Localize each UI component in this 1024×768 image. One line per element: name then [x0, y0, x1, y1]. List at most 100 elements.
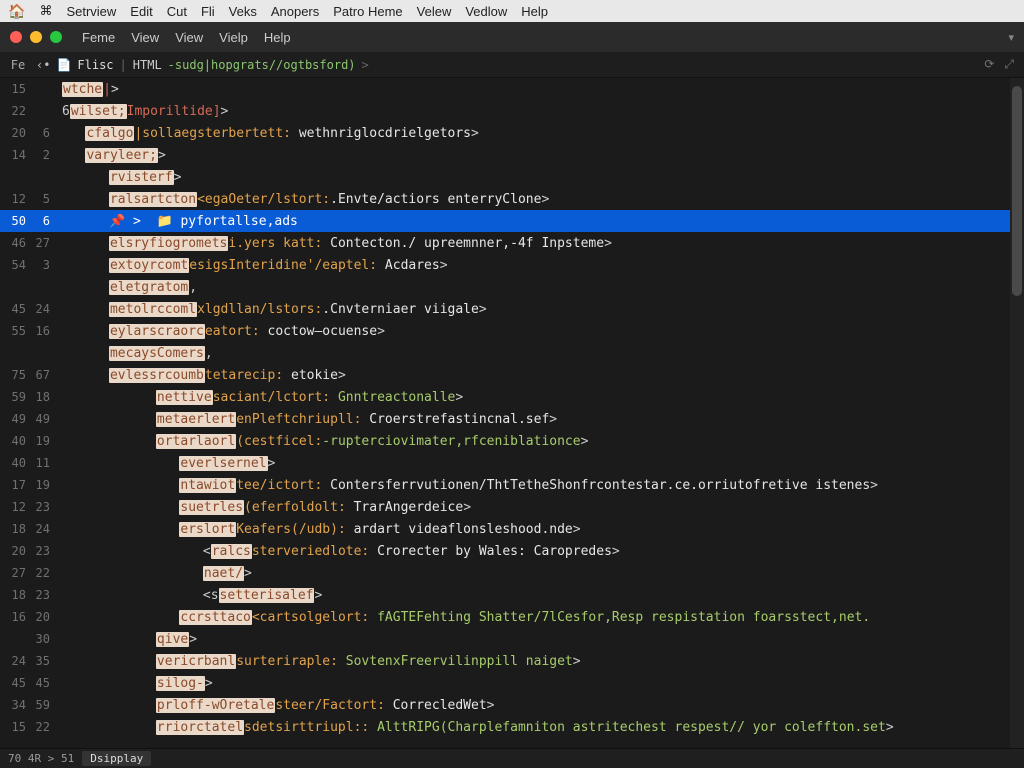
os-menu-cut[interactable]: Cut — [167, 4, 187, 19]
code-line[interactable]: 543 extoyrcomtesigsInteridine'/eaptel: A… — [0, 254, 1024, 276]
os-menu-edit[interactable]: Edit — [130, 4, 152, 19]
os-menu-patro heme[interactable]: Patro Heme — [333, 4, 402, 19]
code-line[interactable]: mecaysComers, — [0, 342, 1024, 364]
code-content[interactable]: cfalgo|sollaegsterbertett: wethnriglocdr… — [58, 126, 1024, 141]
code-line[interactable]: 4019 ortarlaorl(cestficel:-rupterciovima… — [0, 430, 1024, 452]
code-line[interactable]: 2023 <ralcssterveriedlote: Crorecter by … — [0, 540, 1024, 562]
code-content[interactable]: wtche|> — [58, 82, 1024, 97]
code-content[interactable]: everlsernel> — [58, 456, 1024, 471]
os-gear-icon[interactable]: ⌘ — [39, 3, 52, 19]
scrollbar-thumb[interactable] — [1012, 86, 1022, 296]
code-content[interactable]: vericrbanlsurteriraple: SovtenxFreervili… — [58, 654, 1024, 669]
code-content[interactable]: naet/> — [58, 566, 1024, 581]
code-content[interactable]: rvisterf> — [58, 170, 1024, 185]
code-content[interactable]: extoyrcomtesigsInteridine'/eaptel: Acdar… — [58, 258, 1024, 273]
code-line[interactable]: rvisterf> — [0, 166, 1024, 188]
code-line[interactable]: 4011 everlsernel> — [0, 452, 1024, 474]
code-line[interactable]: 2435 vericrbanlsurteriraple: SovtenxFree… — [0, 650, 1024, 672]
app-menu-feme[interactable]: Feme — [82, 30, 115, 45]
code-line[interactable]: 1824 erslortKeafers(/udb): ardart videaf… — [0, 518, 1024, 540]
code-line[interactable]: 1223 suetrles(eferfoldolt: TrarAngerdeic… — [0, 496, 1024, 518]
code-content[interactable]: mecaysComers, — [58, 346, 1024, 361]
code-line[interactable]: 4524 metolrccomlxlgdllan/lstors:.Cnvtern… — [0, 298, 1024, 320]
code-line[interactable]: 5516 eylarscraorceatort: coctow–ocuense> — [0, 320, 1024, 342]
app-menu-view[interactable]: View — [131, 30, 159, 45]
code-line[interactable]: 142 varyleer;> — [0, 144, 1024, 166]
code-line[interactable]: 206 cfalgo|sollaegsterbertett: wethnrigl… — [0, 122, 1024, 144]
code-content[interactable]: silog-> — [58, 676, 1024, 691]
os-menu-help[interactable]: Help — [521, 4, 548, 19]
code-line[interactable]: 226wilset;Imporiltide]> — [0, 100, 1024, 122]
code-content[interactable]: ntawiottee/ictort: Contersferrvutionen/T… — [58, 478, 1024, 493]
gutter-a: 49 — [0, 412, 30, 426]
code-content[interactable]: erslortKeafers(/udb): ardart videaflonsl… — [58, 522, 1024, 537]
apple-icon[interactable]: 🏠 — [8, 3, 25, 20]
code-line[interactable]: 1522 rriorctatelsdetsirttriupl:: AlttRIP… — [0, 716, 1024, 738]
gutter-b: 18 — [30, 390, 58, 404]
gutter-b: 22 — [30, 566, 58, 580]
code-editor[interactable]: 15wtche|>226wilset;Imporiltide]>206 cfal… — [0, 78, 1024, 748]
os-menu-velew[interactable]: Velew — [417, 4, 452, 19]
code-line[interactable]: 4545 silog-> — [0, 672, 1024, 694]
minimize-icon[interactable] — [30, 31, 42, 43]
code-content[interactable]: eylarscraorceatort: coctow–ocuense> — [58, 324, 1024, 339]
sidebar-toggle[interactable]: Fe — [0, 58, 36, 72]
separator: | — [120, 58, 127, 72]
code-content[interactable]: metaerlertenPleftchriupll: Croerstrefast… — [58, 412, 1024, 427]
sync-icon[interactable]: ⟳ — [984, 57, 994, 72]
code-line[interactable]: 1823 <ssetterisalef> — [0, 584, 1024, 606]
os-menu-veks[interactable]: Veks — [229, 4, 257, 19]
code-content[interactable]: ralsartcton<egaOeter/lstort:.Envte/actio… — [58, 192, 1024, 207]
code-content[interactable]: rriorctatelsdetsirttriupl:: AlttRIPG(Cha… — [58, 720, 1024, 735]
code-content[interactable]: suetrles(eferfoldolt: TrarAngerdeice> — [58, 500, 1024, 515]
app-menu-view[interactable]: View — [175, 30, 203, 45]
code-content[interactable]: <ralcssterveriedlote: Crorecter by Wales… — [58, 544, 1024, 559]
code-line[interactable]: 3459 prloff-wOretalesteer/Factort: Corre… — [0, 694, 1024, 716]
code-line[interactable]: 1620 ccrsttaco<cartsolgelort: fAGTEFehti… — [0, 606, 1024, 628]
nav-back-icon[interactable]: ‹• — [36, 58, 50, 72]
code-line[interactable]: 5918 nettivesaciant/lctort: Gnntreactona… — [0, 386, 1024, 408]
code-line[interactable]: 30 qive> — [0, 628, 1024, 650]
gutter-a: 14 — [0, 148, 30, 162]
code-content[interactable]: prloff-wOretalesteer/Factort: CorrecledW… — [58, 698, 1024, 713]
code-line[interactable]: 7567 evlessrcoumbtetarecip: etokie> — [0, 364, 1024, 386]
code-line[interactable]: 4949 metaerlertenPleftchriupll: Croerstr… — [0, 408, 1024, 430]
status-bar: 70 4R > 51 Dsipplay — [0, 748, 1024, 768]
zoom-icon[interactable] — [50, 31, 62, 43]
code-line[interactable]: 1719 ntawiottee/ictort: Contersferrvutio… — [0, 474, 1024, 496]
chevron-down-icon[interactable]: ▾ — [1008, 31, 1014, 44]
scrollbar-track[interactable] — [1010, 78, 1024, 748]
os-menu-fli[interactable]: Fli — [201, 4, 215, 19]
code-content[interactable]: <ssetterisalef> — [58, 588, 1024, 603]
code-line[interactable]: 15wtche|> — [0, 78, 1024, 100]
os-menu-setrview[interactable]: Setrview — [66, 4, 116, 19]
file-name[interactable]: Flisc — [77, 58, 113, 72]
app-menu-help[interactable]: Help — [264, 30, 291, 45]
status-tab-display[interactable]: Dsipplay — [82, 751, 151, 766]
code-content[interactable]: elsryfiogrometsi.yers katt: Contecton./ … — [58, 236, 1024, 251]
code-content[interactable]: varyleer;> — [58, 148, 1024, 163]
gutter-a: 54 — [0, 258, 30, 272]
code-line[interactable]: 506 📌 > 📁 pyfortallse,ads — [0, 210, 1024, 232]
code-line[interactable]: 2722 naet/> — [0, 562, 1024, 584]
code-line[interactable]: eletgratom, — [0, 276, 1024, 298]
os-menu-anopers[interactable]: Anopers — [271, 4, 319, 19]
os-menu-vedlow[interactable]: Vedlow — [465, 4, 507, 19]
app-menu-vielp[interactable]: Vielp — [219, 30, 248, 45]
close-icon[interactable] — [10, 31, 22, 43]
code-content[interactable]: eletgratom, — [58, 280, 1024, 295]
expand-icon[interactable]: ⤢ — [1004, 57, 1014, 72]
path-token: -sudg|hopgrats//ogtbsford) — [168, 58, 356, 72]
gutter-b: 27 — [30, 236, 58, 250]
code-content[interactable]: qive> — [58, 632, 1024, 647]
code-content[interactable]: nettivesaciant/lctort: Gnntreactonalle> — [58, 390, 1024, 405]
code-content[interactable]: ortarlaorl(cestficel:-rupterciovimater,r… — [58, 434, 1024, 449]
code-content[interactable]: 6wilset;Imporiltide]> — [58, 104, 1024, 119]
code-content[interactable]: ccrsttaco<cartsolgelort: fAGTEFehting Sh… — [58, 610, 1024, 625]
code-content[interactable]: metolrccomlxlgdllan/lstors:.Cnvterniaer … — [58, 302, 1024, 317]
code-content[interactable]: 📌 > 📁 pyfortallse,ads — [58, 214, 1024, 229]
code-content[interactable]: evlessrcoumbtetarecip: etokie> — [58, 368, 1024, 383]
code-line[interactable]: 125 ralsartcton<egaOeter/lstort:.Envte/a… — [0, 188, 1024, 210]
code-line[interactable]: 4627 elsryfiogrometsi.yers katt: Contect… — [0, 232, 1024, 254]
gutter-a: 55 — [0, 324, 30, 338]
